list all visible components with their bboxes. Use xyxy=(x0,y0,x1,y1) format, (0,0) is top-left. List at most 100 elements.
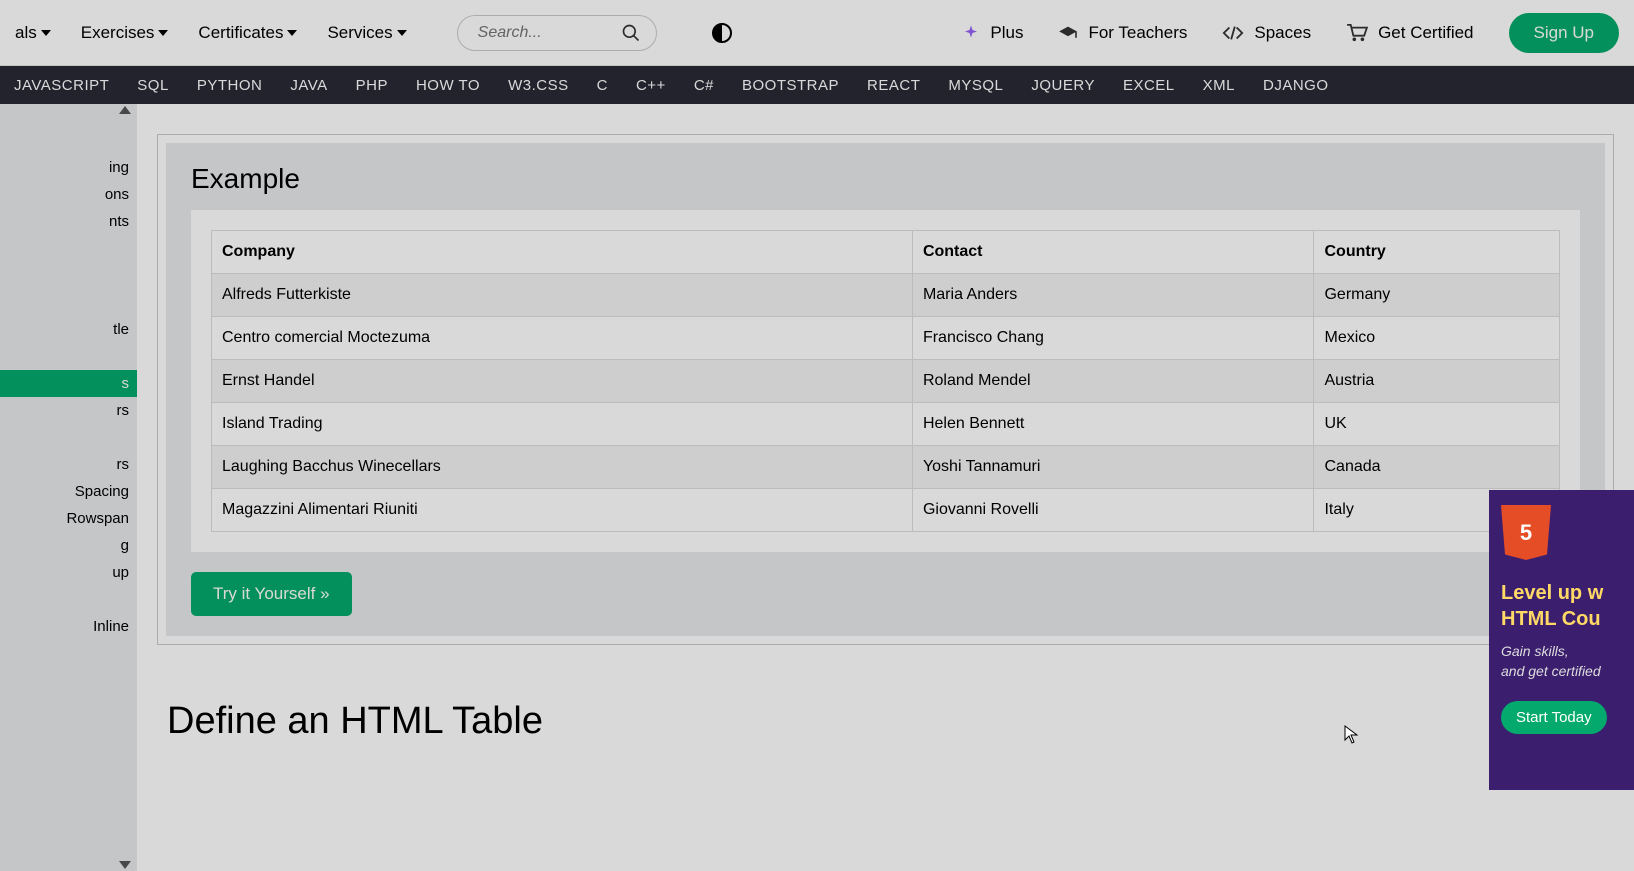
theme-toggle-icon[interactable] xyxy=(712,23,732,43)
top-nav-left: als Exercises Certificates Services xyxy=(15,15,732,51)
subnav-item-excel[interactable]: EXCEL xyxy=(1109,77,1189,94)
table-cell: Alfreds Futterkiste xyxy=(212,274,913,317)
nav-teachers[interactable]: For Teachers xyxy=(1058,23,1187,43)
sidebar-item-2[interactable]: nts xyxy=(0,208,137,235)
sidebar-item-7[interactable] xyxy=(0,343,137,370)
search-box[interactable] xyxy=(457,15,657,51)
search-input[interactable] xyxy=(478,24,611,42)
nav-certified-label: Get Certified xyxy=(1378,23,1473,43)
ad-start-button[interactable]: Start Today xyxy=(1501,701,1607,734)
subnav-item-jquery[interactable]: JQUERY xyxy=(1017,77,1109,94)
nav-tutorials[interactable]: als xyxy=(15,23,51,43)
table-cell: Francisco Chang xyxy=(912,317,1314,360)
sidebar-item-13[interactable]: Rowspan xyxy=(0,505,137,532)
nav-plus[interactable]: Plus xyxy=(962,23,1023,43)
ad-sub-line1: Gain skills, xyxy=(1501,642,1622,662)
table-header-country: Country xyxy=(1314,231,1560,274)
nav-tutorials-label: als xyxy=(15,23,37,43)
ad-title-line1: Level up w xyxy=(1501,580,1622,606)
sidebar: ingonsnts tle srs rsSpacingRowspangup In… xyxy=(0,104,137,871)
table-row: Magazzini Alimentari RiunitiGiovanni Rov… xyxy=(212,489,1560,532)
search-icon[interactable] xyxy=(621,23,641,43)
table-cell: Austria xyxy=(1314,360,1560,403)
table-header-contact: Contact xyxy=(912,231,1314,274)
table-cell: Island Trading xyxy=(212,403,913,446)
sidebar-item-14[interactable]: g xyxy=(0,532,137,559)
try-it-button[interactable]: Try it Yourself » xyxy=(191,572,352,616)
subnav-item-xml[interactable]: XML xyxy=(1189,77,1249,94)
table-cell: Maria Anders xyxy=(912,274,1314,317)
subnav-item-w3css[interactable]: W3.CSS xyxy=(494,77,583,94)
cursor-icon xyxy=(1344,725,1358,745)
sidebar-item-6[interactable]: tle xyxy=(0,316,137,343)
nav-services-label: Services xyxy=(327,23,392,43)
subnav-item-php[interactable]: PHP xyxy=(342,77,402,94)
table-cell: Giovanni Rovelli xyxy=(912,489,1314,532)
table-cell: Roland Mendel xyxy=(912,360,1314,403)
subnav-item-java[interactable]: JAVA xyxy=(276,77,341,94)
table-cell: Helen Bennett xyxy=(912,403,1314,446)
subnav-item-sql[interactable]: SQL xyxy=(123,77,183,94)
sidebar-item-12[interactable]: Spacing xyxy=(0,478,137,505)
chevron-down-icon xyxy=(287,30,297,36)
table-cell: Canada xyxy=(1314,446,1560,489)
nav-certified[interactable]: Get Certified xyxy=(1346,23,1473,43)
subnav-item-howto[interactable]: HOW TO xyxy=(402,77,494,94)
nav-certificates[interactable]: Certificates xyxy=(198,23,297,43)
table-cell: UK xyxy=(1314,403,1560,446)
table-row: Island TradingHelen BennettUK xyxy=(212,403,1560,446)
table-cell: Magazzini Alimentari Riuniti xyxy=(212,489,913,532)
example-title: Example xyxy=(191,163,1580,195)
nav-teachers-label: For Teachers xyxy=(1088,23,1187,43)
chevron-down-icon xyxy=(158,30,168,36)
subnav-item-c[interactable]: C++ xyxy=(622,77,680,94)
sidebar-item-3[interactable] xyxy=(0,235,137,262)
layout: ingonsnts tle srs rsSpacingRowspangup In… xyxy=(0,104,1634,871)
nav-plus-label: Plus xyxy=(990,23,1023,43)
sidebar-item-4[interactable] xyxy=(0,262,137,289)
signup-button[interactable]: Sign Up xyxy=(1509,13,1619,53)
table-row: Laughing Bacchus WinecellarsYoshi Tannam… xyxy=(212,446,1560,489)
scroll-up-icon[interactable] xyxy=(119,106,131,114)
nav-spaces-label: Spaces xyxy=(1254,23,1311,43)
top-nav-right: Plus For Teachers Spaces Get Certified S… xyxy=(962,13,1619,53)
ad-panel[interactable]: 5 Level up w HTML Cou Gain skills, and g… xyxy=(1489,490,1634,790)
chevron-down-icon xyxy=(41,30,51,36)
subnav-item-c[interactable]: C xyxy=(583,77,622,94)
table-cell: Centro comercial Moctezuma xyxy=(212,317,913,360)
sidebar-item-17[interactable]: Inline xyxy=(0,613,137,640)
sidebar-item-1[interactable]: ons xyxy=(0,181,137,208)
sidebar-item-8[interactable]: s xyxy=(0,370,137,397)
subnav-item-javascript[interactable]: JAVASCRIPT xyxy=(0,77,123,94)
ad-title-line2: HTML Cou xyxy=(1501,606,1622,632)
nav-exercises[interactable]: Exercises xyxy=(81,23,169,43)
cart-icon xyxy=(1346,24,1368,42)
sidebar-item-0[interactable]: ing xyxy=(0,154,137,181)
scroll-down-icon[interactable] xyxy=(119,861,131,869)
subnav-item-react[interactable]: REACT xyxy=(853,77,934,94)
nav-services[interactable]: Services xyxy=(327,23,406,43)
sidebar-item-11[interactable]: rs xyxy=(0,451,137,478)
sidebar-item-15[interactable]: up xyxy=(0,559,137,586)
sidebar-item-10[interactable] xyxy=(0,424,137,451)
nav-certificates-label: Certificates xyxy=(198,23,283,43)
subnav-item-mysql[interactable]: MYSQL xyxy=(934,77,1017,94)
subnav-item-c[interactable]: C# xyxy=(680,77,728,94)
subnav-item-django[interactable]: DJANGO xyxy=(1249,77,1343,94)
html5-icon: 5 xyxy=(1501,505,1551,560)
sparkle-icon xyxy=(962,24,980,42)
main-content: Example CompanyContactCountry Alfreds Fu… xyxy=(137,104,1634,871)
top-nav: als Exercises Certificates Services Plus… xyxy=(0,0,1634,66)
subnav-item-bootstrap[interactable]: BOOTSTRAP xyxy=(728,77,853,94)
example-inner: Example CompanyContactCountry Alfreds Fu… xyxy=(166,143,1605,636)
chevron-down-icon xyxy=(397,30,407,36)
table-header-company: Company xyxy=(212,231,913,274)
graduation-icon xyxy=(1058,25,1078,41)
example-table: CompanyContactCountry Alfreds Futterkist… xyxy=(211,230,1560,532)
subnav-item-python[interactable]: PYTHON xyxy=(183,77,277,94)
sidebar-item-5[interactable] xyxy=(0,289,137,316)
sidebar-item-16[interactable] xyxy=(0,586,137,613)
example-panel: Example CompanyContactCountry Alfreds Fu… xyxy=(157,134,1614,645)
nav-spaces[interactable]: Spaces xyxy=(1222,23,1311,43)
sidebar-item-9[interactable]: rs xyxy=(0,397,137,424)
